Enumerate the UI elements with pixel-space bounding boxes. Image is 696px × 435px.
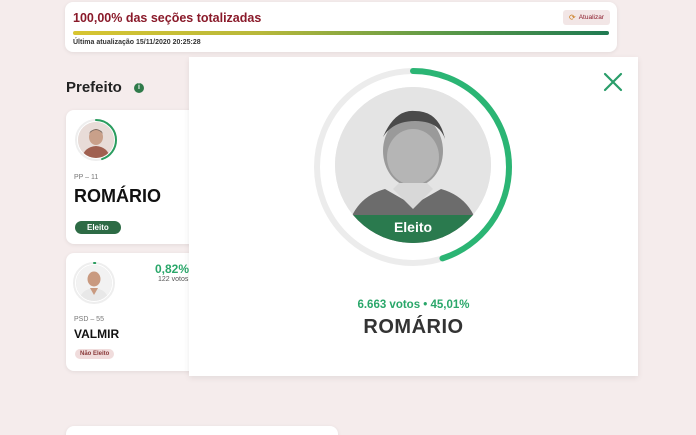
candidate-detail-modal: Eleito 6.663 votos • 45,01% ROMÁRIO <box>189 57 638 376</box>
refresh-button[interactable]: ⟳ Atualizar <box>563 10 610 25</box>
refresh-button-label: Atualizar <box>578 14 604 21</box>
status-badge: Eleito <box>75 221 121 234</box>
totalization-title: 100,00% das seções totalizadas <box>73 11 262 25</box>
section-title: Prefeito <box>66 79 122 96</box>
candidate-name: VALMIR <box>74 327 120 341</box>
candidate-votes: 122 votos <box>158 276 189 283</box>
candidate-percent: 0,82% <box>155 262 190 276</box>
totalization-status-card: 100,00% das seções totalizadas ⟳ Atualiz… <box>65 2 617 52</box>
info-icon[interactable]: i <box>134 83 144 93</box>
last-update-label: Última atualização 15/11/2020 20:25:28 <box>73 39 201 46</box>
candidate-party: PP – 11 <box>74 174 99 181</box>
candidate-photo: Eleito <box>335 87 491 243</box>
candidate-vote-stats: 6.663 votos • 45,01% <box>357 299 470 311</box>
candidate-name: ROMÁRIO <box>74 186 161 206</box>
totalization-progress-bar <box>73 31 609 35</box>
refresh-icon: ⟳ <box>569 12 576 22</box>
status-badge: Não Eleito <box>75 349 115 359</box>
next-section-card <box>66 426 338 435</box>
candidate-name: ROMÁRIO <box>363 316 464 338</box>
avatar <box>74 118 118 162</box>
candidate-party: PSD – 55 <box>74 316 104 323</box>
avatar <box>72 261 116 305</box>
close-icon[interactable] <box>602 71 624 93</box>
elected-banner: Eleito <box>335 215 491 243</box>
